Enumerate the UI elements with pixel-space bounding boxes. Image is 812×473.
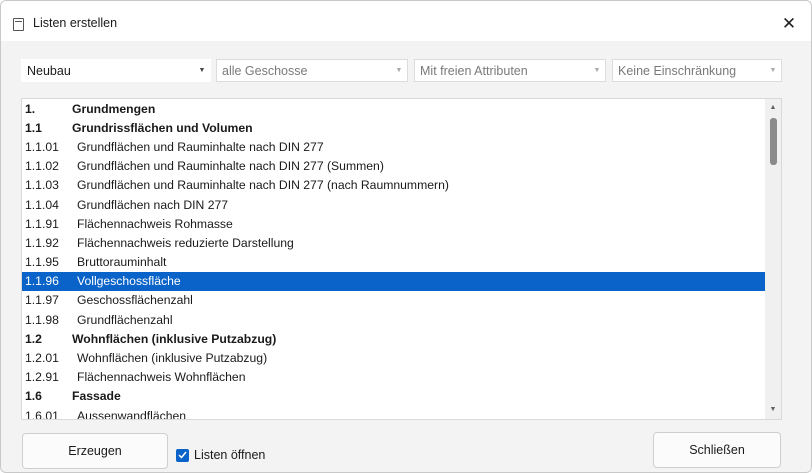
open-lists-checkbox[interactable]: Listen öffnen: [176, 448, 265, 462]
list-item-number: 1.1.02: [25, 159, 59, 174]
list-item-number: 1.1: [25, 120, 42, 135]
list-item-number: 1.1.04: [25, 197, 59, 212]
list-item[interactable]: 1.1.01 Grundflächen und Rauminhalte nach …: [22, 137, 780, 156]
list-item[interactable]: 1.1.02 Grundflächen und Rauminhalte nach …: [22, 157, 780, 176]
list-item[interactable]: 1.1.03 Grundflächen und Rauminhalte nach …: [22, 176, 780, 195]
list-item-label: Grundflächen und Rauminhalte nach DIN 27…: [77, 178, 449, 193]
list-item-number: 1.1.01: [25, 139, 59, 154]
list-item-label: Flächennachweis Wohnflächen: [77, 370, 246, 385]
close-dialog-button[interactable]: Schließen: [653, 432, 781, 468]
list-item-label: Wohnflächen (inklusive Putzabzug): [77, 351, 268, 366]
list-item-number: 1.1.03: [25, 178, 59, 193]
list-document-icon: [13, 18, 24, 31]
chevron-down-icon: ▼: [769, 67, 777, 74]
generate-button[interactable]: Erzeugen: [22, 433, 168, 469]
list-item-label: Vollgeschossfläche: [77, 274, 181, 289]
scroll-up-icon[interactable]: ▲: [765, 100, 781, 116]
restriction-dropdown[interactable]: Keine Einschränkung ▼: [612, 59, 782, 82]
list-item-number: 1.1.95: [25, 255, 59, 270]
vertical-scrollbar[interactable]: ▲ ▼: [765, 99, 781, 419]
list-item[interactable]: 1.2.91 Flächennachweis Wohnflächen: [22, 368, 780, 387]
list-group-header[interactable]: 1.1 Grundrissflächen und Volumen: [22, 118, 780, 137]
list-group-header[interactable]: 1.6 Fassade: [22, 387, 780, 406]
list-rows: 1. Grundmengen 1.1 Grundrissflächen und Vol…: [22, 99, 780, 420]
list-item[interactable]: 1.1.91 Flächennachweis Rohmasse: [22, 214, 780, 233]
list-item[interactable]: 1.1.04 Grundflächen nach DIN 277: [22, 195, 780, 214]
project-dropdown[interactable]: Neubau ▼: [21, 59, 211, 82]
scroll-down-icon[interactable]: ▼: [765, 402, 781, 418]
list-item-label: Grundflächen und Rauminhalte nach DIN 27…: [77, 139, 324, 154]
attributes-dropdown[interactable]: Mit freien Attributen ▼: [414, 59, 606, 82]
list-item-number: 1.2.01: [25, 351, 59, 366]
floor-dropdown[interactable]: alle Geschosse ▼: [216, 59, 408, 82]
chevron-down-icon: ▼: [198, 67, 206, 74]
checkbox-box[interactable]: [176, 448, 189, 462]
dialog-content: Neubau ▼ alle Geschosse ▼ Mit freien Att…: [1, 41, 811, 472]
list-item-label: Grundmengen: [72, 101, 156, 116]
list-item-label: Grundflächen nach DIN 277: [77, 197, 229, 212]
list-item[interactable]: 1.1.92 Flächennachweis reduzierte Darstel…: [22, 233, 780, 252]
list-item-number: 1.2.91: [25, 370, 59, 385]
list-group-header[interactable]: 1.2 Wohnflächen (inklusive Putzabzug): [22, 329, 780, 348]
list-item-label: Grundflächen und Rauminhalte nach DIN 27…: [77, 159, 384, 174]
window-title: Listen erstellen: [33, 16, 118, 30]
floor-dropdown-value: alle Geschosse: [222, 63, 308, 78]
list-group-header[interactable]: 1. Grundmengen: [22, 99, 780, 118]
list-item-number: 1.1.91: [25, 216, 59, 231]
list-item-label: Flächennachweis Rohmasse: [77, 216, 233, 231]
project-dropdown-value: Neubau: [27, 63, 71, 78]
list-item-number: 1.1.97: [25, 293, 59, 308]
list-item-label: Geschossflächenzahl: [77, 293, 193, 308]
list-item[interactable]: 1.1.96 Vollgeschossfläche: [22, 271, 778, 291]
list-item-number: 1.6.01: [25, 408, 59, 420]
open-lists-label: Listen öffnen: [194, 448, 266, 462]
list-item-label: Wohnflächen (inklusive Putzabzug): [72, 331, 277, 346]
scrollbar-thumb[interactable]: [770, 118, 777, 165]
chevron-down-icon: ▼: [395, 67, 403, 74]
list-item-label: Aussenwandflächen: [77, 408, 187, 420]
restriction-dropdown-value: Keine Einschränkung: [618, 63, 737, 78]
list-item[interactable]: 1.1.95 Bruttorauminhalt: [22, 253, 780, 272]
list-item-label: Fassade: [72, 389, 121, 404]
list-item[interactable]: 1.1.97 Geschossflächenzahl: [22, 291, 780, 310]
list-item-label: Bruttorauminhalt: [77, 255, 167, 270]
list-item-label: Flächennachweis reduzierte Darstellung: [77, 235, 294, 250]
list-item[interactable]: 1.6.01 Aussenwandflächen: [22, 406, 780, 420]
attributes-dropdown-value: Mit freien Attributen: [420, 63, 528, 78]
title-bar: Listen erstellen ✕: [1, 1, 811, 41]
list-item-number: 1.6: [25, 389, 42, 404]
list-item-label: Grundflächenzahl: [77, 312, 173, 327]
close-button[interactable]: ✕: [771, 9, 807, 39]
close-icon: ✕: [781, 14, 797, 33]
list-item-number: 1.2: [25, 331, 42, 346]
list-item[interactable]: 1.1.98 Grundflächenzahl: [22, 310, 780, 329]
list-item[interactable]: 1.2.01 Wohnflächen (inklusive Putzabzug): [22, 348, 780, 367]
list-item-number: 1.1.92: [25, 235, 59, 250]
list-item-number: 1.1.98: [25, 312, 59, 327]
list-selection-box[interactable]: 1. Grundmengen 1.1 Grundrissflächen und Vol…: [21, 98, 782, 420]
list-item-label: Grundrissflächen und Volumen: [72, 120, 253, 135]
chevron-down-icon: ▼: [593, 67, 601, 74]
list-item-number: 1.: [25, 101, 36, 116]
dialog-window: Listen erstellen ✕ Neubau ▼ alle Geschos…: [0, 0, 812, 473]
checkmark-icon: [178, 451, 187, 459]
list-item-number: 1.1.96: [25, 274, 59, 289]
